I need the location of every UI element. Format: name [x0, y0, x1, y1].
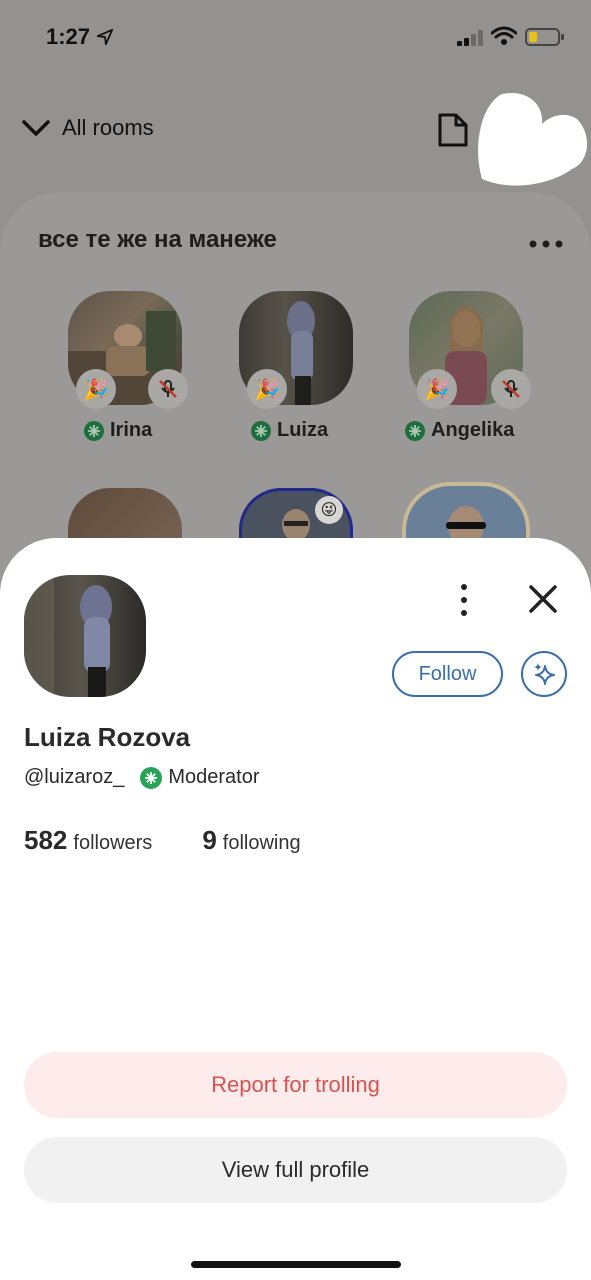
- speaker-irina[interactable]: 🎉 Irina: [68, 291, 188, 441]
- mic-muted-icon: [491, 369, 531, 409]
- all-rooms-button[interactable]: All rooms: [20, 112, 154, 144]
- profile-avatar[interactable]: [24, 575, 146, 697]
- party-popper-icon: 🎉: [417, 369, 457, 409]
- more-horizontal-icon[interactable]: [528, 238, 564, 250]
- profile-stats: 582 followers 9 following: [24, 825, 301, 856]
- party-popper-icon: 🎉: [247, 369, 287, 409]
- location-arrow-icon: [96, 28, 114, 46]
- followers-link[interactable]: 582 followers: [24, 825, 152, 856]
- wifi-icon: [491, 26, 517, 45]
- cellular-signal-icon: [457, 30, 483, 46]
- party-popper-icon: 🎉: [76, 369, 116, 409]
- document-icon[interactable]: [436, 112, 470, 148]
- speaker-luiza[interactable]: 🎉 Luiza: [239, 291, 353, 441]
- report-button[interactable]: Report for trolling: [24, 1052, 567, 1118]
- follow-button[interactable]: Follow: [392, 651, 503, 697]
- speaker-angelika[interactable]: 🎉 Angelika: [405, 291, 531, 441]
- sparkle-button[interactable]: [521, 651, 567, 697]
- following-count: 9: [202, 825, 217, 855]
- moderator-icon: [251, 420, 271, 441]
- mic-muted-icon: [148, 369, 188, 409]
- speaker-name: Luiza: [251, 419, 421, 442]
- chevron-down-icon: [22, 120, 50, 136]
- profile-full-name: Luiza Rozova: [24, 722, 191, 752]
- more-vertical-icon[interactable]: [452, 582, 476, 618]
- moderator-icon: [140, 766, 163, 789]
- status-bar: 1:27: [0, 0, 591, 76]
- home-indicator[interactable]: [191, 1261, 401, 1268]
- followers-count: 582: [24, 825, 68, 855]
- profile-handle: @luizaroz_: [24, 766, 125, 788]
- close-icon[interactable]: [526, 582, 560, 616]
- status-time: 1:27: [46, 24, 91, 49]
- room-title: все те же на манеже: [38, 226, 277, 253]
- view-full-profile-button[interactable]: View full profile: [24, 1137, 567, 1203]
- following-link[interactable]: 9 following: [202, 825, 300, 856]
- battery-icon: [525, 28, 564, 46]
- profile-role: Moderator: [168, 766, 260, 788]
- moderator-icon: [405, 420, 425, 441]
- speaker-name: Angelika: [405, 419, 575, 442]
- followers-label: followers: [73, 832, 153, 854]
- following-label: following: [222, 832, 301, 854]
- speaker-name: Irina: [84, 419, 254, 442]
- redaction-scribble: [478, 93, 588, 186]
- laughing-emoji-icon: 😜: [315, 496, 343, 524]
- moderator-icon: [84, 420, 104, 441]
- profile-handle-row: @luizaroz_ Moderator: [24, 766, 260, 789]
- sparkle-icon: [534, 663, 555, 685]
- all-rooms-label: All rooms: [62, 115, 154, 140]
